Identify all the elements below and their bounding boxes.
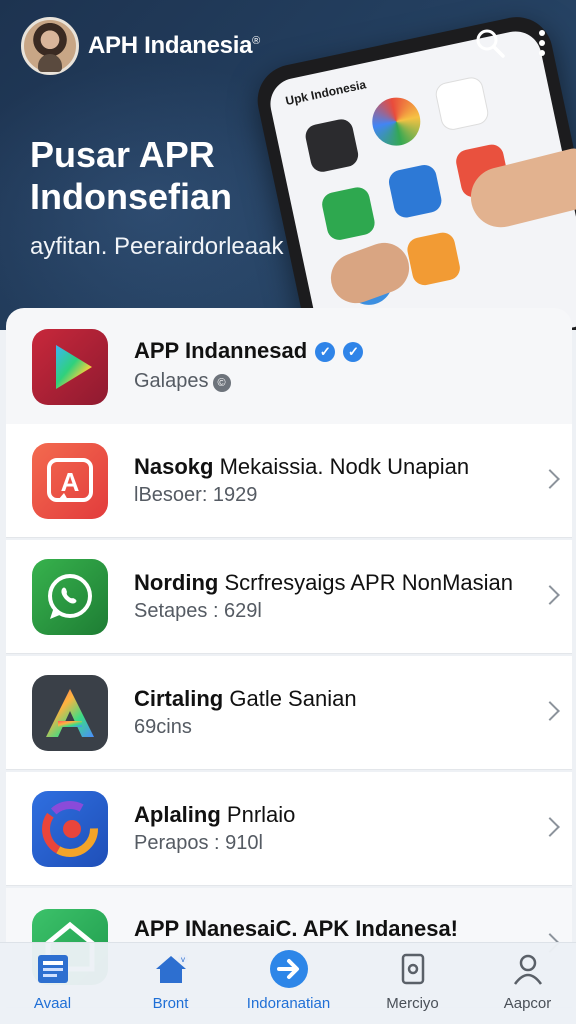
list-item-subtitle: Perapos : 910l — [134, 832, 263, 854]
hero-title: Pusar APR Indonsefian — [30, 134, 233, 217]
list-item[interactable]: Cirtaling Gatle Sanian 69cins — [6, 656, 572, 770]
nav-label: Aapcor — [503, 995, 552, 1012]
list-item-subtitle: lBesoer: 1929 — [134, 484, 258, 506]
verified-icon: ✓ — [315, 342, 336, 362]
user-icon — [510, 951, 546, 987]
home-icon: v — [153, 951, 189, 987]
nav-label: Avaal — [33, 995, 72, 1012]
bottom-navigation: Avaal v Bront Indoranatian Merciyo Aapco… — [0, 942, 576, 1024]
nav-item-merciyo[interactable]: Merciyo — [355, 943, 470, 1024]
more-vert-icon[interactable] — [527, 26, 557, 60]
list-item-subtitle: 69cins — [134, 716, 192, 738]
search-icon[interactable] — [473, 26, 507, 60]
featured-app-title: APP Indannesad ✓ ✓ — [134, 338, 364, 364]
mini-app-icon — [319, 185, 377, 243]
news-icon — [35, 951, 71, 987]
swirl-logo-icon — [32, 791, 108, 867]
featured-app-subtitle: Galapes © — [134, 370, 231, 393]
list-item-title: Aplaling Pnrlaio — [134, 802, 296, 827]
nav-item-aapcor[interactable]: Aapcor — [470, 943, 576, 1024]
nav-item-indoranatian[interactable]: Indoranatian — [231, 943, 346, 1024]
red-chat-a-icon: A — [32, 443, 108, 519]
nav-label: Bront — [152, 995, 189, 1012]
top-app-bar: APH Indanesia® — [0, 0, 576, 90]
list-item[interactable]: A Nasokg Mekaissia. Nodk Unapian lBesoer… — [6, 424, 572, 538]
nav-item-bront[interactable]: v Bront — [113, 943, 228, 1024]
device-icon — [395, 951, 431, 987]
mini-app-icon — [386, 162, 444, 220]
app-title: APH Indanesia® — [88, 32, 260, 59]
nav-item-avaal[interactable]: Avaal — [0, 943, 110, 1024]
featured-app-card[interactable]: APP Indannesad ✓ ✓ Galapes © — [6, 308, 572, 424]
chevron-right-icon — [540, 817, 560, 837]
nav-label: Indoranatian — [246, 995, 331, 1012]
mini-app-icon — [405, 230, 463, 288]
verified-icon: ✓ — [343, 342, 364, 362]
avatar[interactable] — [21, 17, 79, 75]
list-item-title: APP INanesaiC. APK Indanesa! — [134, 916, 459, 941]
list-item-title: Cirtaling Gatle Sanian — [134, 686, 357, 711]
hero-subtitle: ayfitan. Peerairdorleaak — [30, 233, 284, 260]
list-item[interactable]: Aplaling Pnrlaio Perapos : 910l — [6, 772, 572, 886]
list-item-title: Nording Scrfresyaigs APR NonMasian — [134, 570, 514, 595]
list-item-subtitle: Setapes : 629l — [134, 600, 262, 622]
svg-text:v: v — [181, 955, 185, 964]
chevron-right-icon — [540, 701, 560, 721]
arrow-circle-icon — [269, 949, 309, 989]
mini-app-icon — [367, 93, 425, 151]
chevron-right-icon — [540, 585, 560, 605]
mini-app-icon — [303, 117, 361, 175]
list-item[interactable]: Nording Scrfresyaigs APR NonMasian Setap… — [6, 540, 572, 654]
info-icon: © — [212, 374, 231, 392]
play-triangle-icon — [32, 329, 108, 405]
whatsapp-icon — [32, 559, 108, 635]
svg-text:A: A — [61, 467, 80, 497]
gradient-a-icon — [32, 675, 108, 751]
nav-label: Merciyo — [386, 995, 439, 1012]
list-item-title: Nasokg Mekaissia. Nodk Unapian — [134, 454, 470, 479]
chevron-right-icon — [540, 469, 560, 489]
